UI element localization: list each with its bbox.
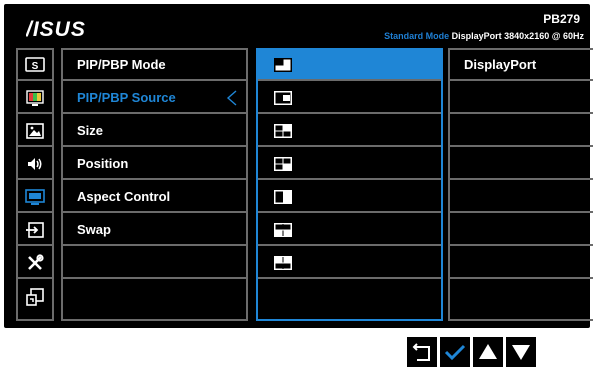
layout-topleft-icon <box>274 57 292 72</box>
mode-label: Standard Mode <box>384 31 450 41</box>
chevron-left-icon <box>226 90 237 106</box>
menu-item-size[interactable]: Size <box>63 116 246 147</box>
source-option-empty <box>258 281 441 312</box>
input-select-tab[interactable] <box>18 215 52 246</box>
layout-quad-tl-icon <box>274 255 292 270</box>
osd-navigation-buttons <box>407 337 536 367</box>
back-icon <box>412 343 430 361</box>
menu-item-empty <box>63 248 246 279</box>
shortcut-tab[interactable] <box>18 281 52 312</box>
layout-quad-bl-icon <box>274 222 292 237</box>
layout-quad-tr-icon <box>274 123 292 138</box>
source-option-7[interactable] <box>258 248 441 279</box>
up-button[interactable] <box>473 337 503 367</box>
layout-right-icon <box>274 90 292 105</box>
shortcut-icon <box>26 287 44 306</box>
input-label: DisplayPort <box>451 31 502 41</box>
value-item <box>450 83 593 114</box>
splendid-icon: S <box>25 56 45 72</box>
source-option-1[interactable] <box>258 50 441 81</box>
confirm-button[interactable] <box>440 337 470 367</box>
confirm-icon <box>444 344 466 361</box>
status-line: Standard Mode DisplayPort 3840x2160 @ 60… <box>384 31 584 41</box>
source-option-2[interactable] <box>258 83 441 114</box>
input-select-icon <box>26 221 44 238</box>
image-icon <box>26 122 44 139</box>
layout-leftright-icon <box>274 189 292 204</box>
menu-item-pip-pbp-source[interactable]: PIP/PBP Source <box>63 83 246 114</box>
menu-item-swap[interactable]: Swap <box>63 215 246 246</box>
osd-menu: /ISUS PB279 Standard Mode DisplayPort 38… <box>4 4 593 328</box>
down-icon <box>512 345 530 360</box>
image-tab[interactable] <box>18 116 52 147</box>
sound-tab[interactable] <box>18 149 52 180</box>
back-button[interactable] <box>407 337 437 367</box>
menu-item-position[interactable]: Position <box>63 149 246 180</box>
source-option-4[interactable] <box>258 149 441 180</box>
sound-icon <box>28 157 42 170</box>
menu-item-empty <box>63 281 246 312</box>
value-item <box>450 215 593 246</box>
asus-logo: /ISUS <box>26 18 86 40</box>
source-option-5[interactable] <box>258 182 441 213</box>
splendid-tab[interactable]: S <box>18 50 52 81</box>
up-icon <box>479 344 497 359</box>
source-layout-column <box>256 48 443 321</box>
value-item[interactable]: DisplayPort <box>450 50 593 81</box>
value-item <box>450 248 593 279</box>
value-item <box>450 182 593 213</box>
layout-quad-br-icon <box>274 156 292 171</box>
value-item <box>450 149 593 180</box>
pip-pbp-icon <box>25 188 45 205</box>
source-option-6[interactable] <box>258 215 441 246</box>
value-item <box>450 281 593 312</box>
system-setup-icon <box>28 253 44 270</box>
down-button[interactable] <box>506 337 536 367</box>
resolution-label: 3840x2160 @ 60Hz <box>504 31 584 41</box>
value-item <box>450 116 593 147</box>
svg-text:/ISUS: /ISUS <box>26 18 86 40</box>
source-option-3[interactable] <box>258 116 441 147</box>
pip-pbp-menu: PIP/PBP Mode PIP/PBP Source Size Positio… <box>61 48 248 321</box>
svg-text:S: S <box>32 61 39 72</box>
pip-pbp-tab[interactable] <box>18 182 52 213</box>
menu-item-aspect-control[interactable]: Aspect Control <box>63 182 246 213</box>
color-icon <box>26 89 44 106</box>
system-setup-tab[interactable] <box>18 248 52 279</box>
menu-item-pip-pbp-mode[interactable]: PIP/PBP Mode <box>63 50 246 81</box>
model-name: PB279 <box>543 12 580 26</box>
category-icon-column: S <box>16 48 54 321</box>
color-tab[interactable] <box>18 83 52 114</box>
value-column: DisplayPort <box>448 48 593 321</box>
